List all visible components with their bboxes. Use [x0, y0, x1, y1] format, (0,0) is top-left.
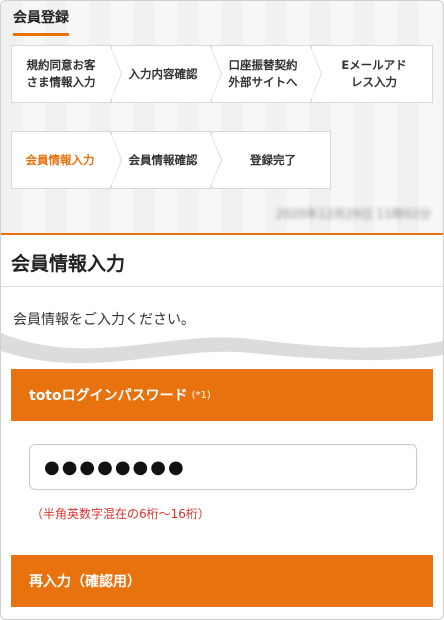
password-hint: （半角英数字混在の6桁〜16桁）	[31, 507, 210, 521]
progress-steps-row-1: 規約同意お客さま情報入力 入力内容確認 口座振替契約外部サイトへ Eメールアドレ…	[11, 45, 433, 103]
step-label: 規約同意お客さま情報入力	[26, 58, 96, 89]
step-input-confirm: 入力内容確認	[111, 45, 222, 103]
step-bank-transfer: 口座振替契約外部サイトへ	[211, 45, 322, 103]
header-title: 会員登録	[13, 7, 69, 36]
step-member-info-input: 会員情報入力	[11, 131, 122, 189]
step-label: 会員情報入力	[25, 152, 95, 167]
step-email-input: Eメールアドレス入力	[311, 45, 433, 103]
step-label: 登録完了	[250, 152, 296, 167]
password-input[interactable]: ●●●●●●●●	[29, 444, 417, 490]
step-member-info-confirm: 会員情報確認	[111, 131, 222, 189]
page-title: 会員情報入力	[11, 253, 126, 275]
step-label: Eメールアドレス入力	[341, 58, 407, 89]
password-note: (*1)	[191, 389, 211, 401]
divider	[1, 286, 443, 287]
confirm-label: 再入力（確認用）	[29, 574, 141, 590]
password-label: totoログインパスワード	[29, 388, 188, 404]
timestamp: 2020年12月29日 11時02分	[275, 207, 431, 221]
step-label: 入力内容確認	[128, 66, 198, 81]
progress-steps-row-2: 会員情報入力 会員情報確認 登録完了	[11, 131, 331, 189]
password-value: ●●●●●●●●	[44, 456, 186, 478]
password-section-header: totoログインパスワード (*1)	[11, 369, 433, 421]
step-registration-complete: 登録完了	[211, 131, 331, 189]
confirm-section-header: 再入力（確認用）	[11, 555, 433, 607]
step-label: 口座振替契約外部サイトへ	[228, 58, 298, 89]
registration-screen: 会員登録 規約同意お客さま情報入力 入力内容確認 口座振替契約外部サイトへ Eメ…	[0, 0, 444, 620]
step-label: 会員情報確認	[128, 152, 198, 167]
step-terms-customer-info: 規約同意お客さま情報入力	[11, 45, 122, 103]
